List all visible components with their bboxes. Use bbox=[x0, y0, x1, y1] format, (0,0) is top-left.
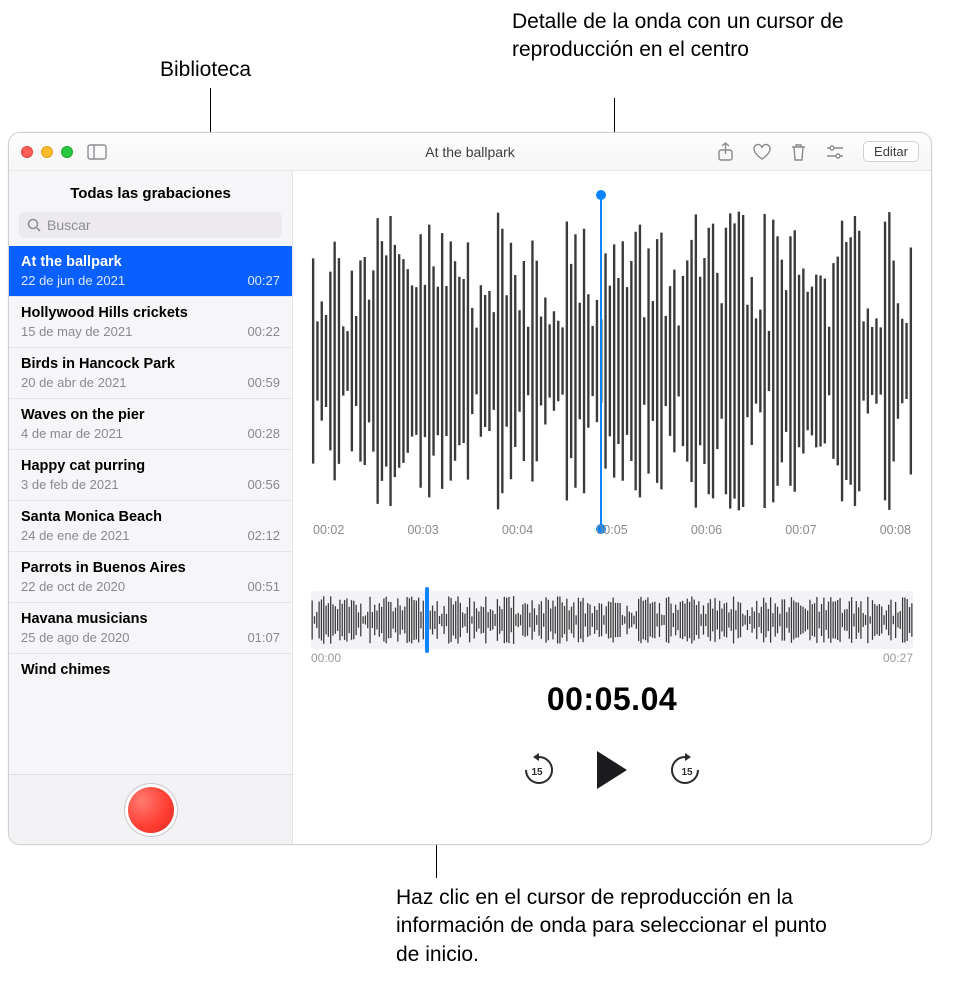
recording-name: Havana musicians bbox=[21, 611, 280, 627]
callout-library: Biblioteca bbox=[160, 56, 251, 84]
time-tick: 00:08 bbox=[880, 523, 911, 551]
recording-date: 24 de ene de 2021 bbox=[21, 528, 129, 543]
list-item[interactable]: At the ballpark 22 de jun de 2021 00:27 bbox=[9, 246, 292, 297]
time-tick: 00:04 bbox=[502, 523, 533, 551]
recording-name: Waves on the pier bbox=[21, 407, 280, 423]
callout-waveform-detail: Detalle de la onda con un cursor de repr… bbox=[512, 8, 932, 65]
time-tick: 00:03 bbox=[407, 523, 438, 551]
sliders-icon[interactable] bbox=[825, 144, 845, 160]
recording-duration: 01:07 bbox=[247, 630, 280, 645]
recording-date: 20 de abr de 2021 bbox=[21, 375, 127, 390]
record-bar bbox=[9, 774, 292, 844]
overview-time-labels: 00:00 00:27 bbox=[311, 651, 913, 665]
list-item[interactable]: Birds in Hancock Park 20 de abr de 2021 00… bbox=[9, 348, 292, 399]
recording-name: At the ballpark bbox=[21, 254, 280, 270]
search-placeholder: Buscar bbox=[47, 217, 91, 233]
time-tick: 00:05 bbox=[596, 523, 627, 551]
current-time-display: 00:05.04 bbox=[293, 681, 931, 718]
recording-date: 25 de ago de 2020 bbox=[21, 630, 129, 645]
recording-duration: 00:22 bbox=[247, 324, 280, 339]
overview-playhead[interactable] bbox=[425, 587, 429, 653]
svg-text:15: 15 bbox=[681, 767, 693, 778]
close-window-button[interactable] bbox=[21, 146, 33, 158]
recording-duration: 00:27 bbox=[247, 273, 280, 288]
recording-date: 4 de mar de 2021 bbox=[21, 426, 123, 441]
list-item[interactable]: Hollywood Hills crickets 15 de may de 202… bbox=[9, 297, 292, 348]
list-item[interactable]: Santa Monica Beach 24 de ene de 2021 02:12 bbox=[9, 501, 292, 552]
search-icon bbox=[27, 218, 41, 232]
time-tick: 00:06 bbox=[691, 523, 722, 551]
recording-name: Birds in Hancock Park bbox=[21, 356, 280, 372]
overview-end-time: 00:27 bbox=[883, 651, 913, 665]
recording-name: Santa Monica Beach bbox=[21, 509, 280, 525]
list-item[interactable]: Parrots in Buenos Aires 22 de oct de 2020… bbox=[9, 552, 292, 603]
recording-duration: 02:12 bbox=[247, 528, 280, 543]
zoom-window-button[interactable] bbox=[61, 146, 73, 158]
list-item[interactable]: Waves on the pier 4 de mar de 2021 00:28 bbox=[9, 399, 292, 450]
recording-duration: 00:51 bbox=[247, 579, 280, 594]
minimize-window-button[interactable] bbox=[41, 146, 53, 158]
recording-name: Parrots in Buenos Aires bbox=[21, 560, 280, 576]
time-ruler: 00:02 00:03 00:04 00:05 00:06 00:07 00:08 bbox=[311, 523, 913, 551]
sidebar: Todas las grabaciones Buscar At the ball… bbox=[9, 171, 293, 844]
list-item[interactable]: Wind chimes bbox=[9, 654, 292, 689]
recording-name: Happy cat purring bbox=[21, 458, 280, 474]
recording-duration: 00:59 bbox=[247, 375, 280, 390]
play-button[interactable] bbox=[597, 751, 627, 789]
main-panel: 00:02 00:03 00:04 00:05 00:06 00:07 00:08 00:0… bbox=[293, 171, 931, 844]
search-input[interactable]: Buscar bbox=[19, 212, 282, 238]
titlebar: At the ballpark bbox=[9, 133, 931, 171]
skip-forward-button[interactable]: 15 bbox=[669, 752, 705, 788]
recordings-list: At the ballpark 22 de jun de 2021 00:27 Hol… bbox=[9, 246, 292, 774]
recording-date: 22 de oct de 2020 bbox=[21, 579, 125, 594]
heart-icon[interactable] bbox=[752, 143, 772, 161]
recording-name: Wind chimes bbox=[21, 662, 280, 678]
recording-duration: 00:28 bbox=[247, 426, 280, 441]
overview-start-time: 00:00 bbox=[311, 651, 341, 665]
edit-button[interactable]: Editar bbox=[863, 141, 919, 162]
record-button[interactable] bbox=[128, 787, 174, 833]
time-tick: 00:02 bbox=[313, 523, 344, 551]
recording-duration: 00:56 bbox=[247, 477, 280, 492]
recording-date: 15 de may de 2021 bbox=[21, 324, 132, 339]
recording-date: 22 de jun de 2021 bbox=[21, 273, 125, 288]
share-icon[interactable] bbox=[717, 142, 734, 162]
window-controls bbox=[21, 146, 73, 158]
app-window: At the ballpark bbox=[8, 132, 932, 845]
transport-controls: 15 15 bbox=[293, 751, 931, 789]
time-tick: 00:07 bbox=[785, 523, 816, 551]
callout-overview-playhead: Haz clic en el cursor de reproducción en… bbox=[396, 884, 836, 969]
recording-date: 3 de feb de 2021 bbox=[21, 477, 119, 492]
list-item[interactable]: Havana musicians 25 de ago de 2020 01:07 bbox=[9, 603, 292, 654]
detail-playhead[interactable] bbox=[600, 195, 602, 529]
library-title: Todas las grabaciones bbox=[9, 171, 292, 212]
sidebar-toggle-icon[interactable] bbox=[87, 144, 107, 160]
svg-text:15: 15 bbox=[531, 767, 543, 778]
waveform-overview[interactable] bbox=[311, 591, 913, 649]
recording-name: Hollywood Hills crickets bbox=[21, 305, 280, 321]
list-item[interactable]: Happy cat purring 3 de feb de 2021 00:56 bbox=[9, 450, 292, 501]
skip-back-button[interactable]: 15 bbox=[519, 752, 555, 788]
trash-icon[interactable] bbox=[790, 142, 807, 162]
waveform-detail[interactable] bbox=[311, 201, 913, 521]
